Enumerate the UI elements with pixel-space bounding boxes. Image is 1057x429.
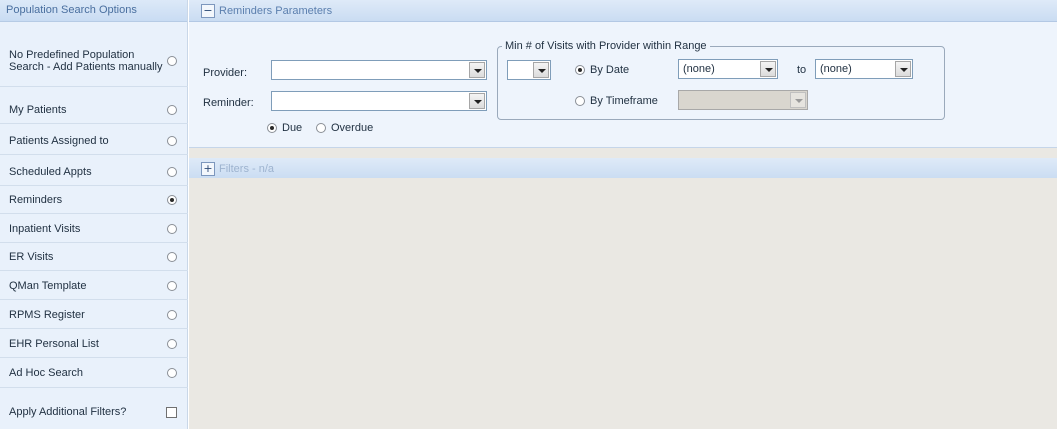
groupbox-legend: Min # of Visits with Provider within Ran… <box>502 40 710 52</box>
option-ehr-personal-list[interactable]: EHR Personal List <box>0 330 188 358</box>
option-label: Inpatient Visits <box>9 222 81 235</box>
min-visits-combobox[interactable] <box>507 60 551 80</box>
option-qman-template[interactable]: QMan Template <box>0 272 188 300</box>
overdue-radio[interactable] <box>316 123 326 133</box>
option-label: EHR Personal List <box>9 337 99 350</box>
reminders-parameters-header: − Reminders Parameters <box>189 0 1057 22</box>
provider-combobox[interactable] <box>271 60 487 80</box>
radio-inpatient-visits[interactable] <box>167 223 177 234</box>
option-label: QMan Template <box>9 279 87 292</box>
option-label: Reminders <box>9 193 63 206</box>
radio-no-predefined-population[interactable] <box>167 55 177 66</box>
reminders-parameters-panel: Provider: Reminder: Due Overdue Min # of… <box>189 22 1057 148</box>
due-radio[interactable] <box>267 123 277 133</box>
chevron-down-icon[interactable] <box>469 93 485 109</box>
option-inpatient-visits[interactable]: Inpatient Visits <box>0 215 188 243</box>
to-label: to <box>797 64 807 76</box>
radio-patients-assigned-to[interactable] <box>167 135 177 146</box>
option-label: My Patients <box>9 103 67 116</box>
due-radio-option[interactable]: Due <box>267 122 302 134</box>
option-ad-hoc-search[interactable]: Ad Hoc Search <box>0 358 188 388</box>
radio-my-patients[interactable] <box>167 104 177 115</box>
filters-header: + Filters - n/a <box>189 158 1057 180</box>
option-label: Apply Additional Filters? <box>9 406 127 418</box>
by-date-radio-option[interactable]: By Date <box>575 64 629 76</box>
radio-rpms-register[interactable] <box>167 309 177 320</box>
by-timeframe-radio[interactable] <box>575 96 585 106</box>
reminder-combobox[interactable] <box>271 91 487 111</box>
chevron-down-icon[interactable] <box>895 61 911 77</box>
to-date-value: (none) <box>820 63 852 75</box>
from-date-combobox[interactable]: (none) <box>678 59 778 79</box>
section-title: Filters - n/a <box>219 162 275 175</box>
option-label: Patients Assigned to <box>9 134 109 147</box>
overdue-label: Overdue <box>331 122 374 134</box>
option-rpms-register[interactable]: RPMS Register <box>0 301 188 329</box>
radio-ehr-personal-list[interactable] <box>167 338 177 349</box>
expand-filters-button[interactable]: + <box>201 161 215 176</box>
by-date-radio[interactable] <box>575 65 585 75</box>
radio-qman-template[interactable] <box>167 280 177 291</box>
chevron-down-icon[interactable] <box>533 62 549 78</box>
option-reminders[interactable]: Reminders <box>0 186 188 214</box>
panel-header: Population Search Options <box>0 0 187 22</box>
collapse-reminders-button[interactable]: − <box>201 3 215 18</box>
reminder-label: Reminder: <box>203 97 254 109</box>
option-label: Ad Hoc Search <box>9 366 83 379</box>
option-my-patients[interactable]: My Patients <box>0 96 188 124</box>
apply-additional-filters-checkbox[interactable] <box>166 406 177 418</box>
overdue-radio-option[interactable]: Overdue <box>316 122 373 134</box>
radio-reminders[interactable] <box>167 194 177 205</box>
chevron-down-icon[interactable] <box>760 61 776 77</box>
option-no-predefined-population[interactable]: No Predefined Population Search - Add Pa… <box>0 35 188 87</box>
option-er-visits[interactable]: ER Visits <box>0 243 188 271</box>
option-label: ER Visits <box>9 250 54 263</box>
to-date-combobox[interactable]: (none) <box>815 59 913 79</box>
timeframe-combobox <box>678 90 808 110</box>
radio-ad-hoc-search[interactable] <box>167 367 177 378</box>
chevron-down-icon[interactable] <box>469 62 485 78</box>
by-date-label: By Date <box>590 64 630 76</box>
chevron-down-icon <box>790 92 806 108</box>
option-label: No Predefined Population Search - Add Pa… <box>9 48 163 73</box>
radio-er-visits[interactable] <box>167 251 177 262</box>
radio-scheduled-appts[interactable] <box>167 166 177 177</box>
by-timeframe-label: By Timeframe <box>590 95 658 107</box>
section-title: Reminders Parameters <box>219 4 333 17</box>
by-timeframe-radio-option[interactable]: By Timeframe <box>575 95 658 107</box>
option-label: RPMS Register <box>9 308 85 321</box>
provider-label: Provider: <box>203 67 248 79</box>
filters-area <box>189 178 1057 429</box>
option-patients-assigned-to[interactable]: Patients Assigned to <box>0 127 188 155</box>
due-label: Due <box>282 122 303 134</box>
from-date-value: (none) <box>683 63 715 75</box>
option-apply-additional-filters[interactable]: Apply Additional Filters? <box>0 397 188 427</box>
option-scheduled-appts[interactable]: Scheduled Appts <box>0 158 188 186</box>
option-label: Scheduled Appts <box>9 165 92 178</box>
